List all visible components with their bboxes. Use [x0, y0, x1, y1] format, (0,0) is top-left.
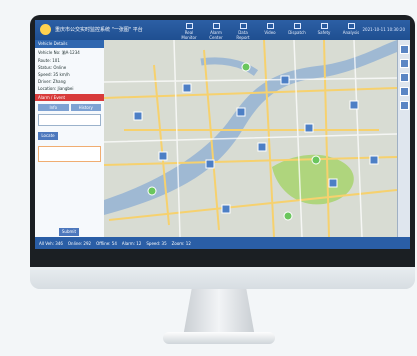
nav-item[interactable]: Dispatch — [285, 22, 309, 38]
tab-info[interactable]: Info — [38, 104, 69, 111]
monitor-base — [163, 332, 275, 344]
detail-row: Route: 101 — [38, 58, 60, 63]
left-panel: Vehicle Details Vehicle No: 渝A·1234 Rout… — [35, 40, 105, 237]
detail-row: Speed: 35 km/h — [38, 72, 70, 77]
police-logo-icon — [40, 24, 51, 35]
right-toolbar — [397, 40, 410, 237]
alarm-band[interactable]: Alarm / Event — [35, 94, 104, 101]
status-item: Alarm: 12 — [121, 240, 142, 246]
fullscreen-button[interactable] — [400, 101, 409, 110]
submit-button[interactable]: Submit — [59, 228, 79, 236]
nav-item[interactable]: Alarm Center — [204, 22, 228, 40]
status-item: Speed: 35 — [146, 240, 167, 246]
monitor-icon — [185, 23, 193, 29]
monitor-stand — [183, 289, 255, 337]
locate-button[interactable]: Locate — [38, 132, 58, 140]
dispatch-icon — [293, 23, 301, 29]
detail-row: Location: Jiangbei — [38, 86, 74, 91]
status-item: Offline: 54 — [96, 240, 117, 246]
nav-item[interactable]: Safety — [312, 22, 336, 38]
detail-box — [38, 114, 101, 126]
analysis-icon — [347, 23, 355, 29]
main-nav: Real Monitor Alarm Center Data Report Vi… — [177, 22, 363, 40]
tab-history[interactable]: History — [70, 104, 101, 111]
alert-card[interactable] — [38, 146, 101, 162]
app-screen: 重庆市公交实时监控系统 "一张图" 平台 Real Monitor Alarm … — [35, 20, 410, 249]
zoom-in-button[interactable] — [400, 59, 409, 68]
status-item: Zoom: 12 — [171, 240, 191, 246]
top-toolbar: 重庆市公交实时监控系统 "一张图" 平台 Real Monitor Alarm … — [35, 20, 410, 40]
status-item: Online: 292 — [67, 240, 92, 246]
alarm-icon — [212, 23, 220, 29]
measure-button[interactable] — [400, 87, 409, 96]
nav-item[interactable]: Video — [258, 22, 282, 38]
status-item: All Veh: 346 — [39, 240, 63, 246]
safety-icon — [320, 23, 328, 29]
map-svg — [104, 40, 397, 237]
zoom-out-button[interactable] — [400, 73, 409, 82]
video-icon — [266, 23, 274, 29]
detail-row: Vehicle No: 渝A·1234 — [38, 50, 80, 55]
monitor-chin — [30, 267, 415, 289]
panel-title: Vehicle Details — [35, 40, 104, 48]
status-bar: All Veh: 346 Online: 292 Offline: 54 Ala… — [35, 237, 410, 249]
clock: 2021-10-11 10:30:20 — [362, 27, 405, 32]
nav-item[interactable]: Data Report — [231, 22, 255, 40]
detail-row: Status: Online — [38, 65, 67, 70]
app-title: 重庆市公交实时监控系统 "一张图" 平台 — [55, 27, 143, 33]
nav-item[interactable]: Real Monitor — [177, 22, 201, 40]
city-map[interactable] — [104, 40, 397, 237]
nav-item[interactable]: Analysis — [339, 22, 363, 38]
report-icon — [239, 23, 247, 29]
panel-tabs: Info History — [38, 104, 101, 111]
detail-row: Driver: Zhang — [38, 79, 66, 84]
layers-button[interactable] — [400, 45, 409, 54]
